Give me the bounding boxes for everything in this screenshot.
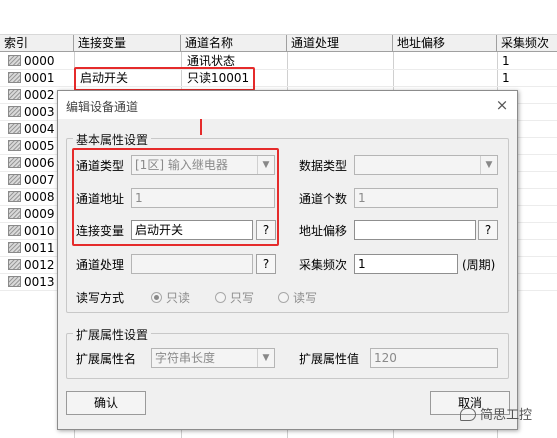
- row-index-cell: 0006: [8, 155, 55, 172]
- radio-icon: [278, 292, 289, 303]
- row-index-cell: 0013: [8, 274, 55, 291]
- row-icon: [8, 174, 21, 185]
- row-index-cell: 0008: [8, 189, 55, 206]
- column-header-offset[interactable]: 地址偏移: [393, 35, 497, 52]
- row-icon: [8, 259, 21, 270]
- row-icon: [8, 140, 21, 151]
- row-icon: [8, 225, 21, 236]
- row-icon: [8, 276, 21, 287]
- row-index-cell: 0011: [8, 240, 55, 257]
- row-icon: [8, 123, 21, 134]
- channel-processing-field[interactable]: [131, 254, 253, 274]
- watermark: 简思工控: [460, 404, 532, 423]
- row-index-cell: 0000: [8, 53, 55, 70]
- address-offset-field[interactable]: [354, 220, 476, 240]
- rw-option-writeonly[interactable]: 只写: [215, 289, 254, 306]
- data-type-label: 数据类型: [299, 159, 348, 173]
- row-index-cell: 0003: [8, 104, 55, 121]
- row-icon: [8, 157, 21, 168]
- ext-name-select[interactable]: 字符串长度 ▼: [151, 348, 275, 368]
- row-index-cell: 0007: [8, 172, 55, 189]
- row-index-cell: 0002: [8, 87, 55, 104]
- extended-settings-group: 扩展属性设置 扩展属性名 字符串长度 ▼ 扩展属性值 120: [66, 326, 509, 379]
- column-header-index[interactable]: 索引: [0, 35, 74, 52]
- address-offset-label: 地址偏移: [299, 224, 348, 238]
- row-index-cell: 0004: [8, 121, 55, 138]
- confirm-button[interactable]: 确认: [66, 391, 146, 415]
- row-icon: [8, 89, 21, 100]
- frequency-unit-label: (周期): [462, 258, 496, 272]
- chat-bubble-icon: [460, 408, 476, 421]
- close-icon[interactable]: ×: [493, 96, 511, 114]
- column-header-frequency[interactable]: 采集频次: [497, 35, 557, 52]
- highlight-box-row: [74, 67, 255, 91]
- extended-settings-legend: 扩展属性设置: [73, 326, 152, 343]
- ext-value-field[interactable]: 120: [370, 348, 498, 368]
- row-index-cell: 0001: [8, 70, 55, 87]
- edit-channel-dialog: 编辑设备通道 × 基本属性设置 通道类型 [1区] 输入继电器 ▼ 数据类型 ▼…: [57, 90, 518, 430]
- basic-settings-legend: 基本属性设置: [73, 131, 152, 148]
- row-icon: [8, 55, 21, 66]
- frequency-field[interactable]: 1: [354, 254, 458, 274]
- row-icon: [8, 191, 21, 202]
- row-index-cell: 0005: [8, 138, 55, 155]
- row-icon: [8, 208, 21, 219]
- row-icon: [8, 242, 21, 253]
- column-header-name[interactable]: 通道名称: [181, 35, 287, 52]
- chevron-down-icon: ▼: [480, 156, 497, 174]
- dialog-title: 编辑设备通道: [66, 100, 139, 114]
- table-header: 索引 连接变量 通道名称 通道处理 地址偏移 采集频次: [0, 34, 557, 52]
- dialog-titlebar[interactable]: 编辑设备通道 ×: [58, 91, 517, 119]
- ext-value-label: 扩展属性值: [299, 352, 360, 366]
- rw-mode-label: 读写方式: [76, 291, 125, 305]
- row-index-cell: 0009: [8, 206, 55, 223]
- radio-icon: [215, 292, 226, 303]
- rw-option-readonly[interactable]: 只读: [151, 289, 190, 306]
- address-offset-browse-button[interactable]: ?: [478, 220, 498, 240]
- column-header-processing[interactable]: 通道处理: [287, 35, 393, 52]
- column-header-variable[interactable]: 连接变量: [74, 35, 181, 52]
- channel-processing-label: 通道处理: [76, 258, 125, 272]
- channel-processing-browse-button[interactable]: ?: [256, 254, 276, 274]
- frequency-label: 采集频次: [299, 258, 348, 272]
- rw-option-readwrite[interactable]: 读写: [278, 289, 317, 306]
- row-icon: [8, 72, 21, 83]
- row-icon: [8, 106, 21, 117]
- channel-count-field[interactable]: 1: [354, 188, 498, 208]
- highlight-box-dialog: [72, 148, 279, 246]
- radio-selected-icon: [151, 292, 162, 303]
- channel-count-label: 通道个数: [299, 192, 348, 206]
- row-index-cell: 0010: [8, 223, 55, 240]
- chevron-down-icon: ▼: [257, 349, 274, 367]
- row-index-cell: 0012: [8, 257, 55, 274]
- row-frequency-cell: 1: [502, 54, 510, 68]
- annotation-arrow-segment: [200, 119, 202, 135]
- ext-name-label: 扩展属性名: [76, 352, 137, 366]
- row-frequency-cell: 1: [502, 71, 510, 85]
- data-type-select[interactable]: ▼: [354, 155, 498, 175]
